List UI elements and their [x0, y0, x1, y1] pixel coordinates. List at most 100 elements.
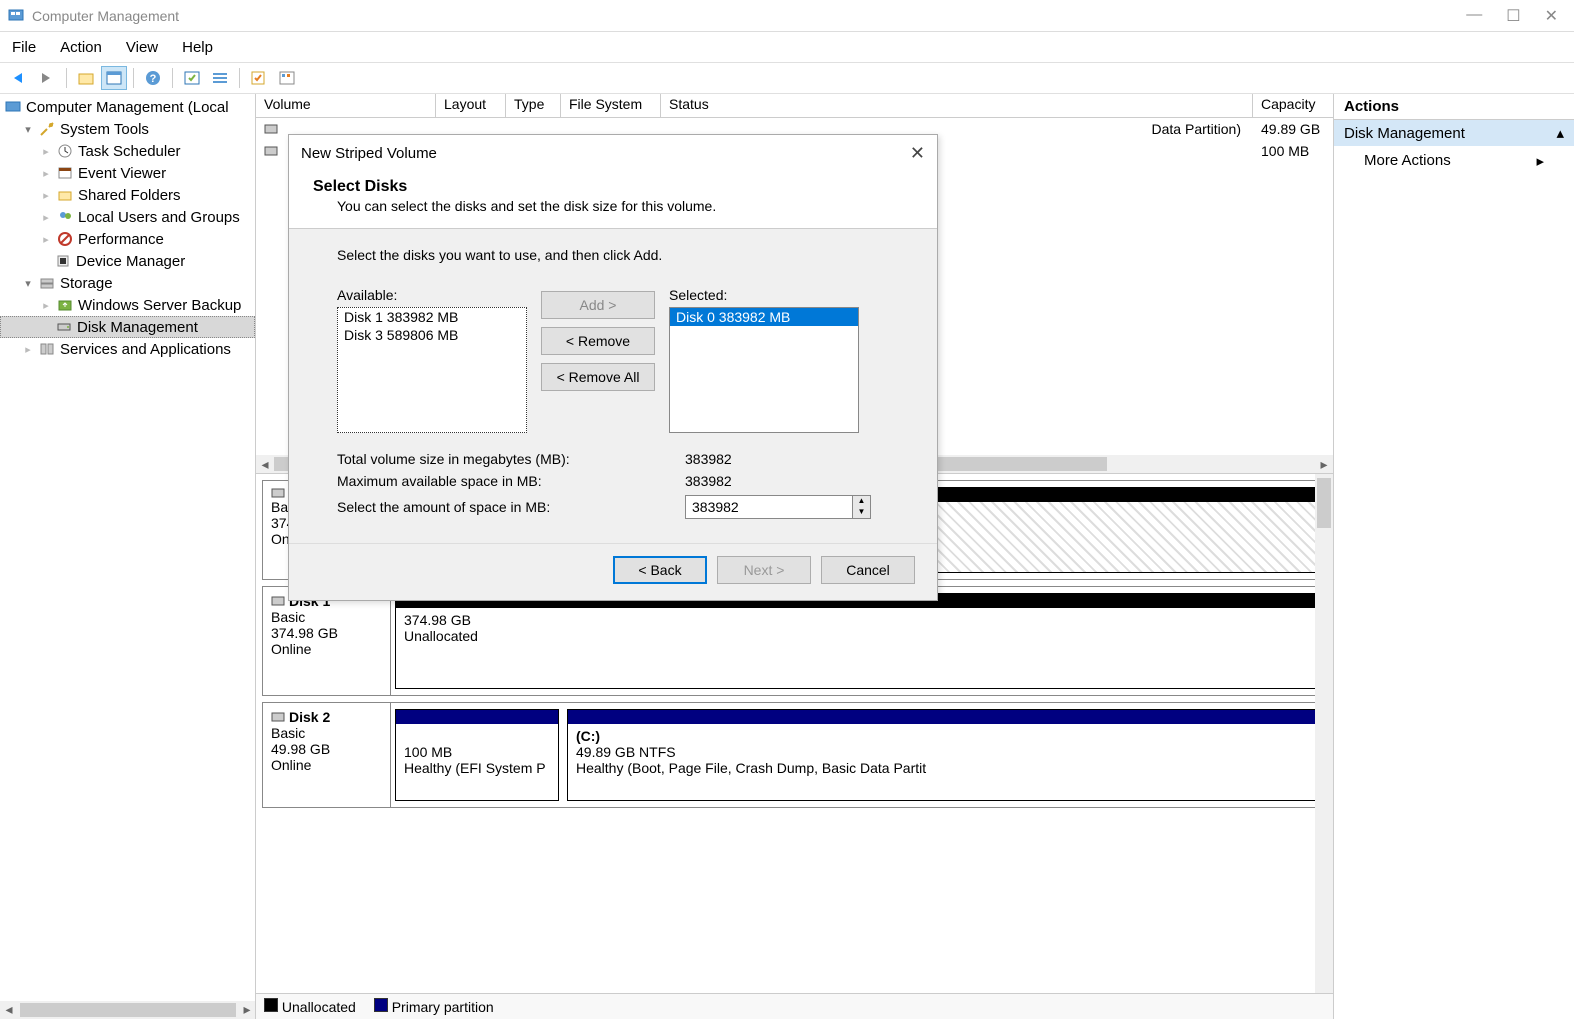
tree-backup[interactable]: ▸Windows Server Backup — [0, 294, 255, 316]
tree-local-users[interactable]: ▸Local Users and Groups — [0, 206, 255, 228]
partition-size: 49.89 GB NTFS — [576, 744, 1313, 760]
performance-icon — [56, 231, 74, 247]
spin-up-icon[interactable]: ▲ — [853, 496, 870, 507]
folder-icon — [56, 187, 74, 203]
total-size-value: 383982 — [685, 451, 732, 467]
tree-shared-folders[interactable]: ▸Shared Folders — [0, 184, 255, 206]
actions-section[interactable]: Disk Management ▴ — [1334, 120, 1574, 146]
menu-view[interactable]: View — [126, 39, 158, 56]
selected-label: Selected: — [669, 287, 859, 303]
partition[interactable]: 100 MB Healthy (EFI System P — [395, 709, 559, 801]
col-capacity[interactable]: Capacity — [1253, 94, 1333, 117]
tree-item-label: System Tools — [60, 121, 149, 138]
available-label: Available: — [337, 287, 527, 303]
settings-icon[interactable] — [274, 66, 300, 90]
cancel-button[interactable]: Cancel — [821, 556, 915, 584]
col-fs[interactable]: File System — [561, 94, 661, 117]
tree-disk-management[interactable]: Disk Management — [0, 316, 255, 338]
disk-label[interactable]: Disk 1 Basic 374.98 GB Online — [263, 587, 391, 695]
tree-system-tools[interactable]: ▾ System Tools — [0, 118, 255, 140]
menu-help[interactable]: Help — [182, 39, 213, 56]
maximize-button[interactable]: ☐ — [1506, 6, 1520, 26]
close-button[interactable]: ✕ — [1545, 6, 1558, 26]
tree-root[interactable]: Computer Management (Local — [0, 96, 255, 118]
chevron-right-icon: ▸ — [40, 145, 52, 158]
legend-unallocated: Unallocated — [282, 999, 356, 1015]
disk-label[interactable]: Disk 2 Basic 49.98 GB Online — [263, 703, 391, 807]
back-button[interactable] — [6, 66, 32, 90]
navigation-tree: Computer Management (Local ▾ System Tool… — [0, 94, 256, 1019]
max-space-value: 383982 — [685, 473, 732, 489]
actions-more[interactable]: More Actions ▸ — [1334, 146, 1574, 176]
properties-icon[interactable] — [101, 66, 127, 90]
partition[interactable]: (C:) 49.89 GB NTFS Healthy (Boot, Page F… — [567, 709, 1322, 801]
disk-size: 49.98 GB — [271, 741, 382, 757]
tree-item-label: Device Manager — [76, 253, 185, 270]
chevron-right-icon: ▸ — [40, 299, 52, 312]
users-icon — [56, 209, 74, 225]
tree-item-label: Services and Applications — [60, 341, 231, 358]
col-type[interactable]: Type — [506, 94, 561, 117]
capacity-text: 100 MB — [1253, 143, 1333, 159]
max-space-label: Maximum available space in MB: — [337, 473, 685, 489]
device-icon — [54, 253, 72, 269]
collapse-icon: ▴ — [1556, 124, 1564, 142]
col-volume[interactable]: Volume — [256, 94, 436, 117]
list-icon[interactable] — [207, 66, 233, 90]
capacity-text: 49.89 GB — [1253, 121, 1333, 137]
menu-action[interactable]: Action — [60, 39, 102, 56]
window-title: Computer Management — [32, 8, 179, 24]
dialog-close-button[interactable]: ✕ — [910, 143, 925, 164]
disk-status: Online — [271, 641, 382, 657]
help-icon[interactable]: ? — [140, 66, 166, 90]
remove-button[interactable]: < Remove — [541, 327, 655, 355]
partition[interactable]: 374.98 GB Unallocated — [395, 593, 1322, 689]
available-disks-list[interactable]: Disk 1 383982 MB Disk 3 589806 MB — [337, 307, 527, 433]
space-amount-input[interactable] — [685, 495, 853, 519]
next-button[interactable]: Next > — [717, 556, 811, 584]
list-item[interactable]: Disk 3 589806 MB — [338, 326, 526, 344]
tree-item-label: Event Viewer — [78, 165, 166, 182]
remove-all-button[interactable]: < Remove All — [541, 363, 655, 391]
drive-icon — [264, 123, 278, 135]
actions-section-label: Disk Management — [1344, 125, 1465, 142]
chevron-right-icon: ▸ — [22, 343, 34, 356]
selected-disks-list[interactable]: Disk 0 383982 MB — [669, 307, 859, 433]
dialog-instruction: Select the disks you want to use, and th… — [337, 247, 901, 263]
chevron-right-icon: ▸ — [40, 211, 52, 224]
tree-scrollbar[interactable]: ◂▸ — [0, 1001, 256, 1019]
services-icon — [38, 341, 56, 357]
clock-icon — [56, 143, 74, 159]
menu-file[interactable]: File — [12, 39, 36, 56]
folder-up-icon[interactable] — [73, 66, 99, 90]
refresh-icon[interactable] — [179, 66, 205, 90]
disk-name: Disk 2 — [289, 709, 330, 725]
spin-buttons[interactable]: ▲▼ — [853, 495, 871, 519]
col-status[interactable]: Status — [661, 94, 1253, 117]
col-layout[interactable]: Layout — [436, 94, 506, 117]
tree-event-viewer[interactable]: ▸ Event Viewer — [0, 162, 255, 184]
new-volume-dialog: New Striped Volume ✕ Select Disks You ca… — [288, 134, 938, 601]
actions-item-label: More Actions — [1364, 152, 1451, 170]
chevron-right-icon: ▸ — [40, 167, 52, 180]
disk-icon — [271, 711, 285, 723]
actions-header: Actions — [1334, 94, 1574, 120]
menu-bar: File Action View Help — [0, 32, 1574, 62]
tree-services[interactable]: ▸ Services and Applications — [0, 338, 255, 360]
tree-storage[interactable]: ▾ Storage — [0, 272, 255, 294]
disk-vscroll[interactable] — [1315, 474, 1333, 993]
tree-performance[interactable]: ▸Performance — [0, 228, 255, 250]
minimize-button[interactable]: — — [1466, 6, 1482, 26]
tree-device-manager[interactable]: Device Manager — [0, 250, 255, 272]
check-icon[interactable] — [246, 66, 272, 90]
storage-icon — [38, 275, 56, 291]
tree-root-label: Computer Management (Local — [26, 99, 229, 116]
spin-down-icon[interactable]: ▼ — [853, 507, 870, 518]
add-button[interactable]: Add > — [541, 291, 655, 319]
list-item[interactable]: Disk 1 383982 MB — [338, 308, 526, 326]
list-item[interactable]: Disk 0 383982 MB — [670, 308, 858, 326]
tree-task-scheduler[interactable]: ▸Task Scheduler — [0, 140, 255, 162]
disk-size: 374.98 GB — [271, 625, 382, 641]
back-button[interactable]: < Back — [613, 556, 707, 584]
forward-button[interactable] — [34, 66, 60, 90]
